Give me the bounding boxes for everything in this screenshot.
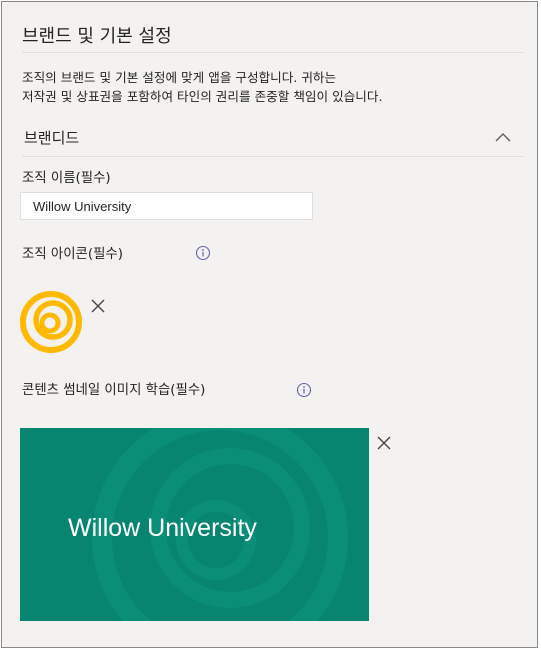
remove-thumbnail-button[interactable]	[375, 434, 393, 452]
page-description: 조직의 브랜드 및 기본 설정에 맞게 앱을 구성합니다. 귀하는 저작권 및 …	[22, 68, 522, 106]
org-icon-info-button[interactable]	[195, 245, 211, 261]
title-divider	[22, 52, 524, 53]
remove-icon-button[interactable]	[89, 297, 107, 315]
thumbnail-title: Willow University	[68, 514, 257, 542]
thumbnail-image: Willow University	[20, 428, 369, 621]
description-line-2: 저작권 및 상표권을 포함하여 타인의 권리를 존중할 책임이 있습니다.	[22, 89, 383, 104]
org-name-input[interactable]	[20, 192, 313, 220]
org-icon-image	[20, 289, 84, 353]
page-title: 브랜드 및 기본 설정	[22, 26, 172, 47]
section-divider	[22, 156, 524, 157]
close-icon	[91, 299, 105, 313]
description-line-1: 조직의 브랜드 및 기본 설정에 맞게 앱을 구성합니다. 귀하는	[22, 70, 337, 85]
info-icon	[195, 245, 211, 261]
logo-icon	[20, 291, 82, 353]
section-header-branding: 브랜디드	[24, 129, 80, 147]
info-icon	[296, 382, 312, 398]
thumbnail-info-button[interactable]	[296, 382, 312, 398]
collapse-button[interactable]	[490, 126, 516, 148]
thumbnail-label: 콘텐츠 썸네일 이미지 학습(필수)	[22, 383, 206, 398]
chevron-up-icon	[495, 133, 511, 142]
org-name-label: 조직 이름(필수)	[22, 171, 111, 186]
org-icon-label: 조직 아이콘(필수)	[22, 247, 123, 262]
close-icon	[377, 436, 391, 450]
settings-panel: 브랜드 및 기본 설정 조직의 브랜드 및 기본 설정에 맞게 앱을 구성합니다…	[1, 1, 538, 648]
